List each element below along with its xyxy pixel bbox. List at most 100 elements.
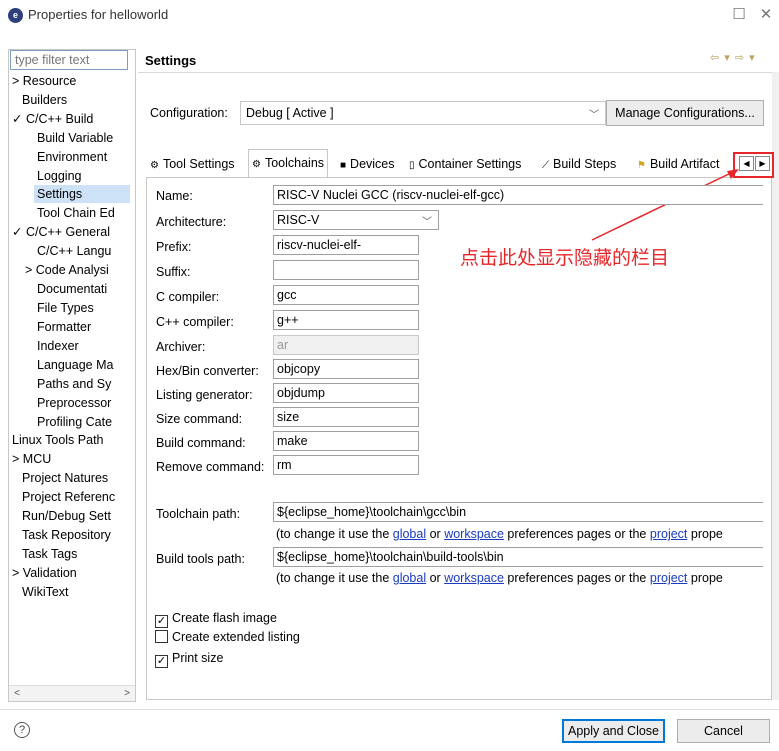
footer-divider bbox=[0, 709, 779, 710]
build-command-label: Build command: bbox=[156, 436, 246, 450]
name-field[interactable]: RISC-V Nuclei GCC (riscv-nuclei-elf-gcc) bbox=[273, 185, 763, 205]
tree-item-run-debug-settings[interactable]: Run/Debug Sett bbox=[22, 507, 111, 525]
size-field[interactable]: size bbox=[273, 407, 419, 427]
build-tools-path-note: (to change it use the global or workspac… bbox=[276, 571, 723, 585]
tree-item-code-analysis[interactable]: > Code Analysi bbox=[25, 261, 109, 279]
manage-configurations-button[interactable]: Manage Configurations... bbox=[606, 100, 764, 126]
prefix-label: Prefix: bbox=[156, 240, 192, 254]
hexbin-label: Hex/Bin converter: bbox=[156, 364, 259, 378]
apply-and-close-button[interactable]: Apply and Close bbox=[562, 719, 665, 743]
tree-item-project-natures[interactable]: Project Natures bbox=[22, 469, 108, 487]
workspace-link[interactable]: workspace bbox=[444, 571, 504, 585]
tree-item-linux-tools-path[interactable]: Linux Tools Path bbox=[12, 431, 104, 449]
project-link[interactable]: project bbox=[650, 527, 688, 541]
cpp-compiler-field[interactable]: g++ bbox=[273, 310, 419, 330]
configuration-select[interactable]: Debug [ Active ] ﹀ bbox=[240, 101, 606, 125]
tab-devices[interactable]: ■ Devices bbox=[340, 151, 395, 177]
tree-item-preprocessor[interactable]: Preprocessor bbox=[37, 394, 111, 412]
tree-item-validation[interactable]: > Validation bbox=[12, 564, 77, 582]
tree-item-resource[interactable]: > Resource bbox=[12, 72, 76, 90]
tree-item-wikitext[interactable]: WikiText bbox=[22, 583, 69, 601]
title-bar: e Properties for helloworld ☐ ✕ bbox=[0, 0, 779, 30]
tree-item-file-types[interactable]: File Types bbox=[37, 299, 94, 317]
eclipse-icon: e bbox=[8, 8, 23, 23]
create-flash-image-checkbox[interactable]: ✓ Create flash image bbox=[155, 611, 277, 628]
toolchains-icon: ⚙ bbox=[252, 159, 261, 170]
header-divider bbox=[138, 72, 772, 73]
chevron-down-icon: ﹀ bbox=[589, 110, 599, 121]
close-icon[interactable]: ✕ bbox=[755, 4, 777, 26]
tree-item-language-mappings[interactable]: Language Ma bbox=[37, 356, 113, 374]
help-icon[interactable]: ? bbox=[14, 722, 30, 738]
tree-item-documentation[interactable]: Documentati bbox=[37, 280, 107, 298]
tree-item-profiling-categories[interactable]: Profiling Cate bbox=[37, 413, 112, 431]
category-tree[interactable]: > Resource Builders ✓ C/C++ Build Build … bbox=[12, 72, 134, 672]
c-compiler-label: C compiler: bbox=[156, 290, 220, 304]
remove-command-label: Remove command: bbox=[156, 460, 265, 474]
tree-item-mcu[interactable]: > MCU bbox=[12, 450, 51, 468]
maximize-icon[interactable]: ☐ bbox=[728, 4, 750, 26]
tree-item-paths-and-symbols[interactable]: Paths and Sy bbox=[37, 375, 111, 393]
print-size-checkbox[interactable]: ✓ Print size bbox=[155, 651, 223, 668]
tab-build-artifact[interactable]: ⚑ Build Artifact bbox=[637, 151, 736, 177]
tree-item-build-variables[interactable]: Build Variable bbox=[37, 129, 113, 147]
workspace-link[interactable]: workspace bbox=[444, 527, 504, 541]
device-icon: ■ bbox=[340, 160, 347, 171]
remove-command-field[interactable]: rm bbox=[273, 455, 419, 475]
global-link[interactable]: global bbox=[393, 527, 426, 541]
tree-item-task-tags[interactable]: Task Tags bbox=[22, 545, 77, 563]
architecture-select[interactable]: RISC-V ﹀ bbox=[273, 210, 439, 230]
create-extended-listing-checkbox[interactable]: Create extended listing bbox=[155, 630, 300, 646]
archiver-label: Archiver: bbox=[156, 340, 206, 354]
tree-item-formatter[interactable]: Formatter bbox=[37, 318, 91, 336]
artifact-icon: ⚑ bbox=[637, 160, 646, 171]
tree-item-cpp-general[interactable]: ✓ C/C++ General bbox=[12, 223, 110, 241]
tree-item-settings[interactable]: Settings bbox=[34, 185, 130, 203]
build-command-field[interactable]: make bbox=[273, 431, 419, 451]
tree-item-tool-chain-editor[interactable]: Tool Chain Ed bbox=[37, 204, 115, 222]
global-link[interactable]: global bbox=[393, 571, 426, 585]
c-compiler-field[interactable]: gcc bbox=[273, 285, 419, 305]
configuration-label: Configuration: bbox=[150, 106, 228, 120]
page-title: Settings bbox=[145, 53, 197, 68]
checkmark-icon: ✓ bbox=[155, 615, 168, 628]
highlight-box bbox=[733, 152, 774, 178]
filter-input[interactable]: type filter text bbox=[10, 50, 128, 70]
sidebar-horizontal-scrollbar[interactable]: < > bbox=[9, 685, 135, 701]
scroll-right-icon[interactable]: > bbox=[119, 686, 135, 702]
project-link[interactable]: project bbox=[650, 571, 688, 585]
checkmark-icon: ✓ bbox=[155, 655, 168, 668]
window-title: Properties for helloworld bbox=[28, 7, 169, 22]
tab-build-steps[interactable]: ⟋ Build Steps bbox=[542, 151, 616, 177]
tree-item-indexer[interactable]: Indexer bbox=[37, 337, 79, 355]
checkbox-empty-icon bbox=[155, 630, 168, 643]
history-nav[interactable]: ⇦ ▾ ⇨ ▾ bbox=[710, 51, 756, 64]
tab-bar: ⚙ Tool Settings ⚙ Toolchains ■ Devices ▯ Con… bbox=[146, 149, 736, 177]
tree-item-task-repository[interactable]: Task Repository bbox=[22, 526, 111, 544]
toolchain-path-note: (to change it use the global or workspac… bbox=[276, 527, 723, 541]
tree-item-builders[interactable]: Builders bbox=[22, 91, 67, 109]
prefix-field[interactable]: riscv-nuclei-elf- bbox=[273, 235, 419, 255]
listing-field[interactable]: objdump bbox=[273, 383, 419, 403]
container-icon: ▯ bbox=[409, 160, 415, 171]
cancel-button[interactable]: Cancel bbox=[677, 719, 770, 743]
tab-toolchains[interactable]: ⚙ Toolchains bbox=[248, 149, 329, 177]
tree-item-language-settings[interactable]: C/C++ Langu bbox=[37, 242, 111, 260]
tree-item-environment[interactable]: Environment bbox=[37, 148, 107, 166]
name-label: Name: bbox=[156, 189, 193, 203]
cpp-compiler-label: C++ compiler: bbox=[156, 315, 234, 329]
suffix-label: Suffix: bbox=[156, 265, 191, 279]
hexbin-field[interactable]: objcopy bbox=[273, 359, 419, 379]
toolchain-path-label: Toolchain path: bbox=[156, 507, 241, 521]
tree-item-logging[interactable]: Logging bbox=[37, 167, 82, 185]
tree-item-project-references[interactable]: Project Referenc bbox=[22, 488, 115, 506]
tab-container-settings[interactable]: ▯ Container Settings bbox=[409, 151, 521, 177]
tab-tool-settings[interactable]: ⚙ Tool Settings bbox=[150, 151, 235, 177]
chevron-down-icon: ﹀ bbox=[422, 217, 432, 228]
listing-label: Listing generator: bbox=[156, 388, 253, 402]
scroll-left-icon[interactable]: < bbox=[9, 686, 25, 702]
build-tools-path-field[interactable]: ${eclipse_home}\toolchain\build-tools\bi… bbox=[273, 547, 763, 567]
toolchain-path-field[interactable]: ${eclipse_home}\toolchain\gcc\bin bbox=[273, 502, 763, 522]
suffix-field[interactable] bbox=[273, 260, 419, 280]
tree-item-cpp-build[interactable]: ✓ C/C++ Build bbox=[12, 110, 93, 128]
